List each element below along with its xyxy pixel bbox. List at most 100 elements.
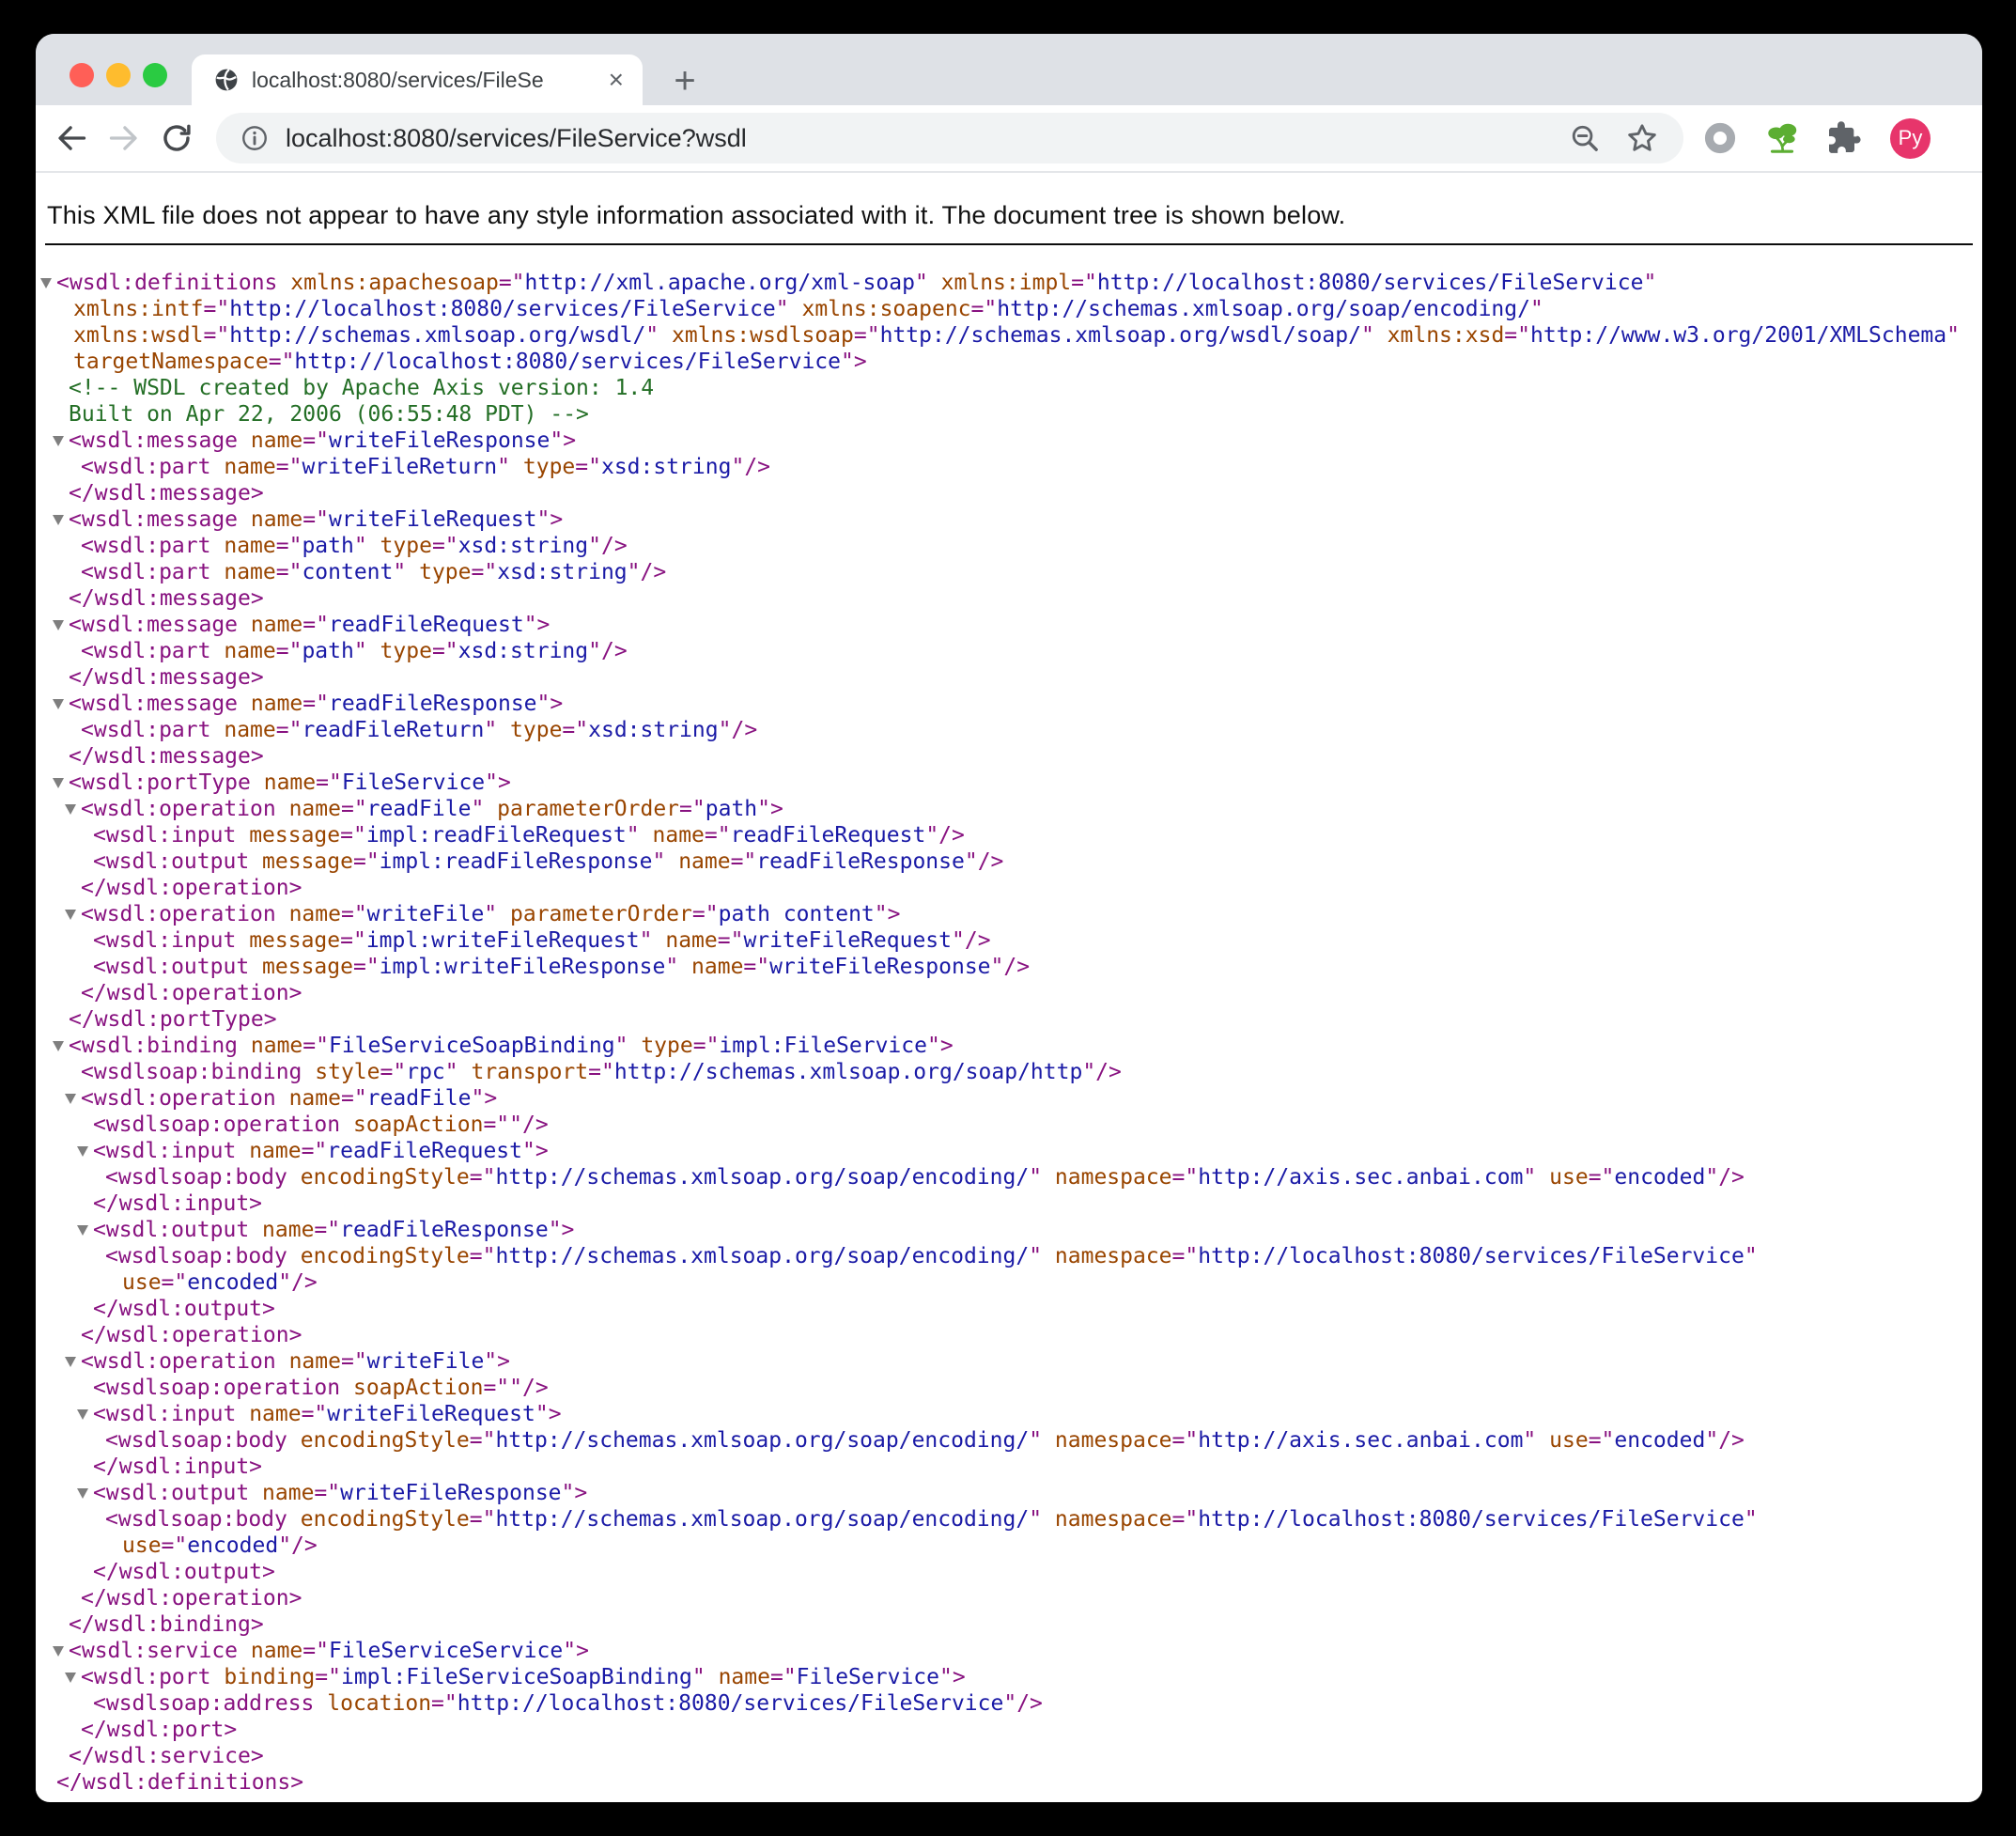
xml-line: </wsdl:input> <box>38 1190 1982 1217</box>
xml-line-text: <wsdl:operation name="readFile" paramete… <box>81 797 783 821</box>
tab-close-icon[interactable]: × <box>609 67 624 93</box>
xml-line-text: </wsdl:message> <box>69 744 264 769</box>
back-button[interactable] <box>45 112 98 164</box>
collapse-arrow-icon[interactable] <box>65 1094 76 1104</box>
xml-line: <wsdl:input message="impl:writeFileReque… <box>38 927 1982 954</box>
xml-comment-line: Built on Apr 22, 2006 (06:55:48 PDT) --> <box>38 401 1982 428</box>
xml-line-text: <wsdl:input message="impl:writeFileReque… <box>93 928 991 953</box>
traffic-lights <box>70 63 167 87</box>
xml-line: targetNamespace="http://localhost:8080/s… <box>38 349 1982 375</box>
xml-line-text: </wsdl:message> <box>69 481 264 506</box>
xml-line-text: <wsdlsoap:binding style="rpc" transport=… <box>81 1060 1122 1084</box>
xml-line-text: <wsdl:input name="readFileRequest"> <box>93 1139 549 1163</box>
xml-line: </wsdl:operation> <box>38 875 1982 901</box>
zoom-out-icon[interactable] <box>1569 122 1601 154</box>
xml-line: </wsdl:definitions> <box>38 1769 1982 1796</box>
collapse-arrow-icon[interactable] <box>65 910 76 920</box>
xml-line-text: </wsdl:portType> <box>69 1007 277 1032</box>
collapse-arrow-icon[interactable] <box>53 699 64 709</box>
collapse-arrow-icon[interactable] <box>65 804 76 815</box>
profile-avatar[interactable]: Py <box>1890 117 1931 159</box>
tab-title: localhost:8080/services/FileSe <box>252 67 599 93</box>
xml-line: <wsdl:definitions xmlns:apachesoap="http… <box>38 270 1982 296</box>
extension-tree-icon[interactable] <box>1762 118 1802 158</box>
xml-line-text: <wsdl:operation name="writeFile"> <box>81 1349 511 1374</box>
bookmark-star-icon[interactable] <box>1625 121 1659 155</box>
collapse-arrow-icon[interactable] <box>53 515 64 525</box>
collapse-arrow-icon[interactable] <box>53 620 64 630</box>
url-text[interactable]: localhost:8080/services/FileService?wsdl <box>286 124 1558 153</box>
xml-line: </wsdl:operation> <box>38 980 1982 1006</box>
xml-line-text: <wsdl:part name="writeFileReturn" type="… <box>81 455 771 479</box>
xml-line-text: <wsdl:message name="writeFileResponse"> <box>69 428 577 453</box>
xml-line-text: <wsdlsoap:body encodingStyle="http://sch… <box>105 1507 1758 1532</box>
collapse-arrow-icon[interactable] <box>53 778 64 788</box>
forward-button[interactable] <box>98 112 150 164</box>
page-info-icon[interactable] <box>240 124 269 152</box>
screenshot-root: { "browser": { "tab": { "title": "localh… <box>0 0 2016 1836</box>
extensions-puzzle-icon[interactable] <box>1824 119 1862 157</box>
xml-line-text: </wsdl:input> <box>93 1191 263 1216</box>
collapse-arrow-icon[interactable] <box>65 1673 76 1683</box>
xml-line: <wsdl:operation name="writeFile"> <box>38 1348 1982 1375</box>
xml-line-text: <wsdl:output name="readFileResponse"> <box>93 1218 575 1242</box>
xml-line: use="encoded"/> <box>38 1533 1982 1559</box>
collapse-arrow-icon[interactable] <box>77 1146 88 1157</box>
xml-line-text: <wsdlsoap:body encodingStyle="http://sch… <box>105 1244 1758 1268</box>
xml-line-text: <wsdl:message name="readFileRequest"> <box>69 613 551 637</box>
collapse-arrow-icon[interactable] <box>77 1409 88 1420</box>
xml-line: </wsdl:operation> <box>38 1322 1982 1348</box>
xml-line: <wsdlsoap:address location="http://local… <box>38 1690 1982 1717</box>
xml-line: <wsdl:operation name="writeFile" paramet… <box>38 901 1982 927</box>
xml-line: <wsdl:portType name="FileService"> <box>38 770 1982 796</box>
xml-style-notice: This XML file does not appear to have an… <box>47 201 1346 229</box>
browser-tab[interactable]: localhost:8080/services/FileSe × <box>192 54 643 105</box>
xml-line-text: </wsdl:port> <box>81 1718 238 1742</box>
xml-line: <wsdlsoap:operation soapAction=""/> <box>38 1375 1982 1401</box>
xml-comment-line: <!-- WSDL created by Apache Axis version… <box>38 375 1982 401</box>
xml-line: <wsdl:input name="readFileRequest"> <box>38 1138 1982 1164</box>
xml-line-text: <wsdl:service name="FileServiceService"> <box>69 1639 589 1663</box>
minimize-window-button[interactable] <box>106 63 131 87</box>
xml-line-text: <wsdl:part name="readFileReturn" type="x… <box>81 718 758 742</box>
xml-line: xmlns:wsdl="http://schemas.xmlsoap.org/w… <box>38 322 1982 349</box>
extension-ring-icon[interactable] <box>1700 118 1740 158</box>
zoom-window-button[interactable] <box>143 63 167 87</box>
xml-line-text: <wsdl:operation name="writeFile" paramet… <box>81 902 901 926</box>
collapse-arrow-icon[interactable] <box>65 1357 76 1367</box>
xml-line: <wsdlsoap:binding style="rpc" transport=… <box>38 1059 1982 1085</box>
xml-line: <wsdl:input name="writeFileRequest"> <box>38 1401 1982 1427</box>
xml-tree: <wsdl:definitions xmlns:apachesoap="http… <box>36 245 1982 1796</box>
xml-line: <wsdl:part name="readFileReturn" type="x… <box>38 717 1982 743</box>
xml-line-text: <wsdlsoap:body encodingStyle="http://sch… <box>105 1165 1745 1190</box>
close-window-button[interactable] <box>70 63 94 87</box>
xml-line-text: <!-- WSDL created by Apache Axis version… <box>69 376 655 400</box>
xml-line: </wsdl:binding> <box>38 1611 1982 1638</box>
xml-line-text: <wsdl:part name="content" type="xsd:stri… <box>81 560 667 584</box>
xml-line-text: <wsdl:message name="readFileResponse"> <box>69 692 564 716</box>
new-tab-button[interactable]: + <box>663 60 706 101</box>
xml-line: </wsdl:port> <box>38 1717 1982 1743</box>
collapse-arrow-icon[interactable] <box>53 1646 64 1657</box>
browser-window: localhost:8080/services/FileSe × + local… <box>36 34 1982 1802</box>
xml-line: <wsdlsoap:body encodingStyle="http://sch… <box>38 1243 1982 1269</box>
collapse-arrow-icon[interactable] <box>77 1225 88 1236</box>
xml-line: </wsdl:service> <box>38 1743 1982 1769</box>
xml-line: </wsdl:output> <box>38 1559 1982 1585</box>
xml-line-text: <wsdl:output message="impl:writeFileResp… <box>93 955 1031 979</box>
xml-line-text: </wsdl:input> <box>93 1455 263 1479</box>
collapse-arrow-icon[interactable] <box>53 1041 64 1051</box>
reload-button[interactable] <box>150 112 203 164</box>
address-bar[interactable]: localhost:8080/services/FileService?wsdl <box>216 113 1683 163</box>
collapse-arrow-icon[interactable] <box>40 278 52 288</box>
xml-line: </wsdl:operation> <box>38 1585 1982 1611</box>
xml-line-text: </wsdl:operation> <box>81 1323 302 1347</box>
xml-line: <wsdl:part name="path" type="xsd:string"… <box>38 533 1982 559</box>
collapse-arrow-icon[interactable] <box>77 1488 88 1499</box>
xml-line: <wsdl:message name="readFileRequest"> <box>38 612 1982 638</box>
xml-line-text: <wsdlsoap:address location="http://local… <box>93 1691 1043 1716</box>
collapse-arrow-icon[interactable] <box>53 436 64 446</box>
xml-line-text: use="encoded"/> <box>122 1533 318 1558</box>
xml-line-text: Built on Apr 22, 2006 (06:55:48 PDT) --> <box>69 402 589 427</box>
xml-line-text: </wsdl:definitions> <box>56 1770 304 1795</box>
